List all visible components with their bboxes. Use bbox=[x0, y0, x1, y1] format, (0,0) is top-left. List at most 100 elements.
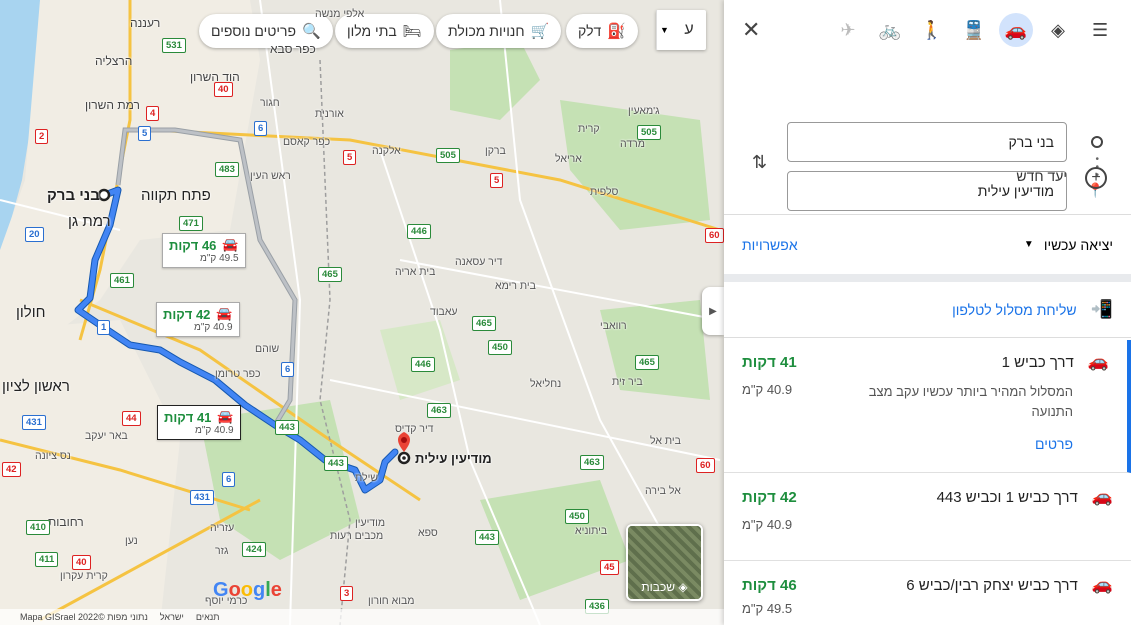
route-option-3[interactable]: 🚗 דרך כביש יצחק רבין/כביש 6 46 דקות 49.5… bbox=[724, 563, 1131, 625]
close-icon[interactable]: ✕ bbox=[742, 17, 760, 43]
road-shield: 5 bbox=[343, 150, 357, 165]
walk-mode-icon[interactable]: 🚶 bbox=[915, 13, 949, 47]
chevron-down-icon[interactable]: ▼ bbox=[656, 10, 672, 50]
route-title: דרך כביש יצחק רבין/כביש 6 bbox=[906, 576, 1078, 594]
route-details-link[interactable]: פרטים bbox=[742, 436, 1109, 452]
road-shield: 60 bbox=[705, 228, 724, 243]
place-label: קרית עקרון bbox=[60, 570, 108, 582]
road-shield: 5 bbox=[138, 126, 152, 141]
region-link[interactable]: ישראל bbox=[160, 612, 184, 622]
route-distance: 40.9 ק"מ bbox=[742, 517, 793, 532]
road-shield: 410 bbox=[26, 520, 50, 535]
route-description bbox=[867, 517, 1077, 532]
layers-button[interactable]: ◈ שכבות bbox=[626, 524, 703, 601]
road-shield: 443 bbox=[275, 420, 299, 435]
road-shield: 20 bbox=[25, 227, 44, 242]
chip-fuel[interactable]: ⛽ דלק bbox=[566, 14, 638, 48]
transit-mode-icon[interactable]: 🚆 bbox=[957, 13, 991, 47]
place-label: עאבוד bbox=[430, 306, 458, 318]
road-shield: 44 bbox=[122, 411, 141, 426]
road-shield: 6 bbox=[254, 121, 268, 136]
add-destination-icon[interactable]: + bbox=[1085, 167, 1107, 189]
road-shield: 450 bbox=[565, 509, 589, 524]
map-canvas[interactable]: ▼ ע ⛽ דלק 🛒 חנויות מכולת 🛏 בתי מלון 🔍 פר… bbox=[0, 0, 724, 625]
place-label: אלפי מנשה bbox=[315, 8, 365, 20]
place-label: רמת גן bbox=[68, 213, 111, 230]
route-label-41[interactable]: 🚘 41 דקות 40.9 ק"מ bbox=[157, 405, 241, 440]
collapse-panel-button[interactable]: ▶ bbox=[702, 287, 724, 335]
place-label: אורנית bbox=[315, 108, 344, 120]
options-button[interactable]: אפשרויות bbox=[742, 237, 798, 253]
car-icon: 🚗 bbox=[1091, 575, 1113, 594]
dropdown-arrow-icon[interactable]: ▼ bbox=[1024, 239, 1034, 250]
route-label-46[interactable]: 🚘 46 דקות 49.5 ק"מ bbox=[162, 233, 246, 268]
place-label: דיר עסאנה bbox=[455, 256, 503, 268]
terms-link[interactable]: תנאים bbox=[196, 612, 220, 622]
menu-icon[interactable]: ☰ bbox=[1083, 13, 1117, 47]
road-shield: 3 bbox=[340, 586, 354, 601]
route-label-42[interactable]: 🚘 42 דקות 40.9 ק"מ bbox=[156, 302, 240, 337]
search-icon: 🔍 bbox=[302, 23, 321, 40]
route-title: דרך כביש 1 bbox=[1001, 353, 1074, 371]
road-shield: 463 bbox=[427, 403, 451, 418]
place-label: כפר טרומן bbox=[215, 368, 261, 380]
road-shield: 465 bbox=[472, 316, 496, 331]
road-shield: 431 bbox=[190, 490, 214, 505]
road-shield: 505 bbox=[637, 125, 661, 140]
road-shield: 6 bbox=[281, 362, 295, 377]
route-time: 41 דקות bbox=[742, 353, 797, 371]
road-shield: 465 bbox=[635, 355, 659, 370]
gas-station-icon: ⛽ bbox=[607, 23, 626, 40]
route-option-1[interactable]: 🚗 דרך כביש 1 41 דקות המסלול המהיר ביותר … bbox=[724, 340, 1131, 473]
place-label: בית אל bbox=[650, 435, 681, 447]
send-to-phone-row[interactable]: 📲 שליחת מסלול לטלפון bbox=[724, 282, 1131, 338]
best-route-icon[interactable]: ◈ bbox=[1041, 13, 1075, 47]
place-label: שוהם bbox=[255, 343, 280, 355]
place-label: אלקנה bbox=[372, 145, 401, 157]
car-icon: 🚘 bbox=[217, 409, 234, 424]
place-label: קרית bbox=[578, 123, 600, 135]
road-shield: 1 bbox=[97, 320, 111, 335]
car-icon: 🚗 bbox=[1087, 352, 1109, 371]
route-distance: 49.5 ק"מ bbox=[200, 253, 239, 264]
place-label: חולון bbox=[16, 304, 46, 321]
road-shield: 465 bbox=[318, 267, 342, 282]
car-icon: 🚘 bbox=[222, 237, 239, 252]
leave-now-dropdown[interactable]: יציאה עכשיו bbox=[1044, 237, 1113, 253]
map-footer: תנאים ישראל נתוני מפות ©2022 Mapa GISrae… bbox=[0, 609, 724, 625]
add-destination-link[interactable]: יעד חדש bbox=[1016, 168, 1067, 184]
place-label: נחליאל bbox=[530, 378, 562, 390]
route-distance: 40.9 ק"מ bbox=[195, 425, 234, 436]
directions-panel: ☰ ◈ 🚗 🚆 🚶 🚲 ✈ ✕ • • • 📍 בני ברק מודיעין עי… bbox=[724, 0, 1131, 625]
place-label: רחובות bbox=[48, 515, 84, 529]
road-shield: 483 bbox=[215, 162, 239, 177]
route-distance: 40.9 ק"מ bbox=[742, 382, 793, 397]
car-icon: 🚗 bbox=[1091, 487, 1113, 506]
place-label: באר יעקב bbox=[85, 430, 128, 442]
route-option-2[interactable]: 🚗 דרך כביש 1 וכביש 443 42 דקות 40.9 ק"מ bbox=[724, 475, 1131, 561]
road-shield: 446 bbox=[407, 224, 431, 239]
car-mode-icon[interactable]: 🚗 bbox=[999, 13, 1033, 47]
road-shield: 463 bbox=[580, 455, 604, 470]
road-shield: 40 bbox=[72, 555, 91, 570]
road-shield: 446 bbox=[411, 357, 435, 372]
chip-grocery[interactable]: 🛒 חנויות מכולת bbox=[436, 14, 562, 48]
send-to-phone-label: שליחת מסלול לטלפון bbox=[952, 301, 1077, 318]
place-label: ג'מאעין bbox=[628, 105, 660, 117]
place-label: נען bbox=[125, 535, 138, 547]
route-description: המסלול המהיר ביותר עכשיו עקב מצב התנועה bbox=[868, 384, 1073, 419]
origin-circle-icon bbox=[1091, 136, 1103, 148]
flight-mode-icon[interactable]: ✈ bbox=[831, 13, 865, 47]
place-label: נס ציונה bbox=[35, 450, 71, 462]
bike-mode-icon[interactable]: 🚲 bbox=[873, 13, 907, 47]
place-label: מכבים רעות bbox=[330, 530, 384, 542]
chip-hotels-label: בתי מלון bbox=[347, 23, 397, 39]
place-label: אריאל bbox=[555, 153, 582, 165]
origin-input[interactable]: בני ברק bbox=[787, 122, 1067, 162]
swap-icon[interactable]: ⇅ bbox=[752, 152, 767, 173]
road-shield: 4 bbox=[146, 106, 160, 121]
road-shield: 411 bbox=[35, 552, 59, 567]
language-toggle[interactable]: ▼ ע bbox=[656, 10, 706, 50]
car-icon: 🚘 bbox=[216, 306, 233, 321]
cart-icon: 🛒 bbox=[530, 23, 550, 40]
